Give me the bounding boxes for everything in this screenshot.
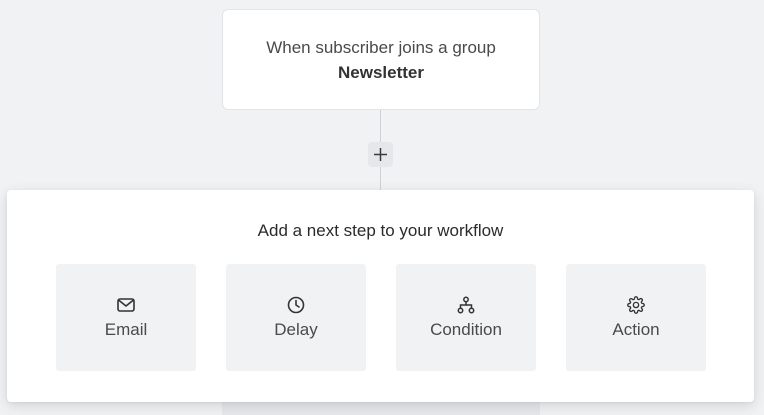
panel-title: Add a next step to your workflow (257, 221, 504, 240)
add-step-button[interactable] (368, 142, 393, 167)
workflow-canvas: When subscriber joins a group Newsletter… (0, 0, 764, 415)
envelope-icon (116, 295, 136, 315)
add-step-panel: Add a next step to your workflow Email D… (7, 190, 754, 402)
action-option-label: Action (612, 320, 660, 339)
trigger-text: When subscriber joins a group (266, 37, 496, 57)
delay-option[interactable]: Delay (226, 264, 366, 371)
email-option-label: Email (104, 320, 148, 339)
connector-line-bottom (380, 167, 381, 191)
trigger-card[interactable]: When subscriber joins a group Newsletter (222, 9, 540, 110)
trigger-description: When subscriber joins a group Newsletter (253, 35, 509, 85)
connector-line-top (380, 110, 381, 142)
condition-option-label: Condition (430, 320, 502, 339)
condition-option[interactable]: Condition (396, 264, 536, 371)
action-option[interactable]: Action (566, 264, 706, 371)
branch-icon (456, 295, 476, 315)
delay-option-label: Delay (274, 320, 318, 339)
gear-icon (626, 295, 646, 315)
plus-icon (374, 148, 387, 161)
trigger-group-name: Newsletter (338, 62, 424, 82)
step-options: Email Delay Condition Action (56, 264, 706, 371)
email-option[interactable]: Email (56, 264, 196, 371)
clock-icon (286, 295, 306, 315)
